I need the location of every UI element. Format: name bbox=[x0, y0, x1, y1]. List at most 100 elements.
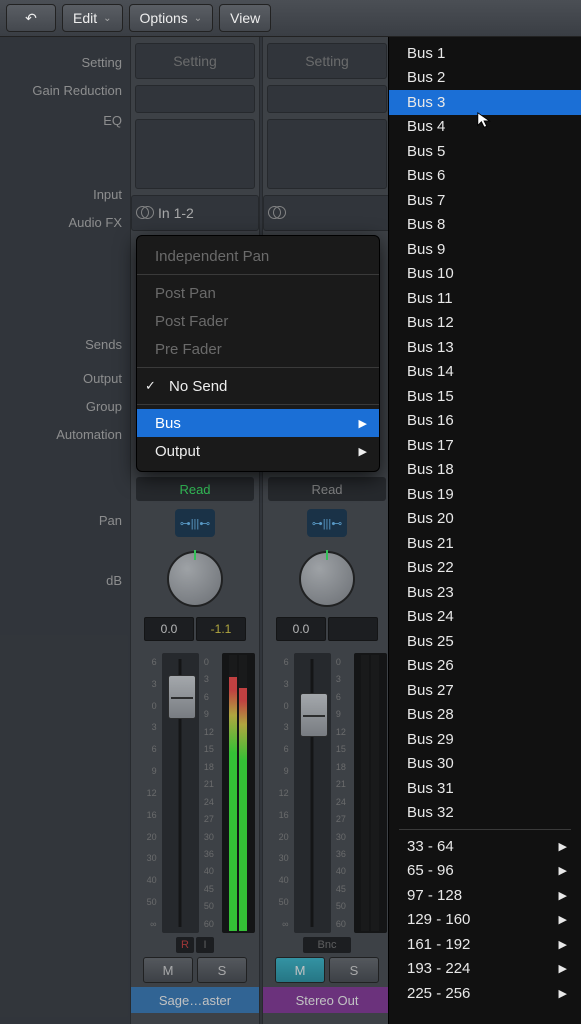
bus-range-item[interactable]: 225 - 256▶ bbox=[389, 981, 581, 1006]
options-menu-button[interactable]: Options⌄ bbox=[129, 4, 214, 32]
menu-item-output[interactable]: Output▶ bbox=[137, 437, 379, 465]
label-db: dB bbox=[0, 567, 130, 595]
mute-button[interactable]: M bbox=[143, 957, 193, 983]
bus-item[interactable]: Bus 9 bbox=[389, 237, 581, 262]
track-name[interactable]: Sage…aster bbox=[131, 987, 259, 1013]
automation-mode[interactable]: Read bbox=[136, 477, 254, 501]
mute-button[interactable]: M bbox=[275, 957, 325, 983]
bus-item[interactable]: Bus 26 bbox=[389, 654, 581, 679]
bus-item[interactable]: Bus 17 bbox=[389, 433, 581, 458]
submenu-arrow-icon: ▶ bbox=[559, 987, 567, 1000]
bus-range-item[interactable]: 193 - 224▶ bbox=[389, 957, 581, 982]
label-setting: Setting bbox=[0, 49, 130, 77]
bus-item[interactable]: Bus 19 bbox=[389, 482, 581, 507]
bus-item[interactable]: Bus 10 bbox=[389, 262, 581, 287]
db-value[interactable]: 0.0 bbox=[276, 617, 326, 641]
peak-value[interactable]: -1.1 bbox=[196, 617, 246, 641]
eq-slot[interactable] bbox=[135, 119, 255, 189]
fader[interactable] bbox=[294, 653, 331, 933]
fader-cap[interactable] bbox=[168, 675, 196, 719]
back-button[interactable]: ↶ bbox=[6, 4, 56, 32]
bus-item[interactable]: Bus 15 bbox=[389, 384, 581, 409]
bus-item[interactable]: Bus 31 bbox=[389, 776, 581, 801]
bus-item[interactable]: Bus 7 bbox=[389, 188, 581, 213]
submenu-arrow-icon: ▶ bbox=[359, 445, 367, 458]
fader-scale: 630369121620304050∞ bbox=[135, 653, 160, 933]
bus-item[interactable]: Bus 16 bbox=[389, 409, 581, 434]
input-slot[interactable] bbox=[263, 195, 391, 231]
submenu-arrow-icon: ▶ bbox=[559, 913, 567, 926]
input-monitor-button[interactable]: I bbox=[196, 937, 214, 953]
channel-strip-2: Setting Read ⊶|||⊷ 0.0 63036912162030405… bbox=[262, 37, 392, 1024]
fader[interactable] bbox=[162, 653, 199, 933]
bus-item[interactable]: Bus 29 bbox=[389, 727, 581, 752]
menu-item-post-fader[interactable]: Post Fader bbox=[137, 307, 379, 335]
bus-range-item[interactable]: 97 - 128▶ bbox=[389, 883, 581, 908]
bus-item[interactable]: Bus 11 bbox=[389, 286, 581, 311]
bus-item[interactable]: Bus 32 bbox=[389, 801, 581, 826]
automation-mode[interactable]: Read bbox=[268, 477, 386, 501]
solo-button[interactable]: S bbox=[197, 957, 247, 983]
setting-slot[interactable]: Setting bbox=[135, 43, 255, 79]
menu-item-independent-pan[interactable]: Independent Pan bbox=[137, 242, 379, 270]
bus-range-item[interactable]: 161 - 192▶ bbox=[389, 932, 581, 957]
bus-range-item[interactable]: 33 - 64▶ bbox=[389, 834, 581, 859]
waveform-icon: ⊶|||⊷ bbox=[312, 517, 343, 530]
bus-item[interactable]: Bus 23 bbox=[389, 580, 581, 605]
menu-item-pre-fader[interactable]: Pre Fader bbox=[137, 335, 379, 363]
bus-item[interactable]: Bus 1 bbox=[389, 41, 581, 66]
bus-item[interactable]: Bus 28 bbox=[389, 703, 581, 728]
menu-item-no-send[interactable]: ✓No Send bbox=[137, 372, 379, 400]
channel-strip-1: Setting In 1-2 Read ⊶|||⊷ 0.0 -1.1 63036… bbox=[130, 37, 260, 1024]
bus-item[interactable]: Bus 22 bbox=[389, 556, 581, 581]
bus-item[interactable]: Bus 21 bbox=[389, 531, 581, 556]
bus-item[interactable]: Bus 27 bbox=[389, 678, 581, 703]
pan-knob[interactable] bbox=[299, 551, 355, 607]
bounce-button[interactable]: Bnc bbox=[303, 937, 351, 953]
toolbar: ↶ Edit⌄ Options⌄ View bbox=[0, 0, 581, 37]
view-menu-button[interactable]: View bbox=[219, 4, 271, 32]
bus-item[interactable]: Bus 2 bbox=[389, 66, 581, 91]
fader-cap[interactable] bbox=[300, 693, 328, 737]
bus-item[interactable]: Bus 14 bbox=[389, 360, 581, 385]
label-output: Output bbox=[0, 365, 130, 393]
waveform-button[interactable]: ⊶|||⊷ bbox=[307, 509, 347, 537]
bus-item[interactable]: Bus 6 bbox=[389, 164, 581, 189]
eq-slot[interactable] bbox=[267, 119, 387, 189]
waveform-icon: ⊶|||⊷ bbox=[180, 517, 211, 530]
peak-value[interactable] bbox=[328, 617, 378, 641]
menu-item-bus[interactable]: Bus▶ bbox=[137, 409, 379, 437]
pan-knob[interactable] bbox=[167, 551, 223, 607]
input-slot[interactable]: In 1-2 bbox=[131, 195, 259, 231]
send-context-menu: Independent Pan Post Pan Post Fader Pre … bbox=[136, 235, 380, 472]
edit-menu-button[interactable]: Edit⌄ bbox=[62, 4, 123, 32]
track-name[interactable]: Stereo Out bbox=[263, 987, 391, 1013]
chevron-down-icon: ⌄ bbox=[194, 13, 202, 24]
record-button[interactable]: R bbox=[176, 937, 194, 953]
bus-range-item[interactable]: 65 - 96▶ bbox=[389, 859, 581, 884]
gain-reduction-slot[interactable] bbox=[135, 85, 255, 113]
bus-range-item[interactable]: 129 - 160▶ bbox=[389, 908, 581, 933]
bus-item[interactable]: Bus 5 bbox=[389, 139, 581, 164]
label-input: Input bbox=[0, 181, 130, 209]
submenu-arrow-icon: ▶ bbox=[559, 938, 567, 951]
submenu-arrow-icon: ▶ bbox=[559, 889, 567, 902]
row-labels: Setting Gain Reduction EQ Input Audio FX… bbox=[0, 37, 130, 1024]
bus-item[interactable]: Bus 18 bbox=[389, 458, 581, 483]
bus-item[interactable]: Bus 13 bbox=[389, 335, 581, 360]
db-value[interactable]: 0.0 bbox=[144, 617, 194, 641]
bus-item[interactable]: Bus 24 bbox=[389, 605, 581, 630]
bus-submenu: Bus 1Bus 2Bus 3Bus 4Bus 5Bus 6Bus 7Bus 8… bbox=[388, 37, 581, 1024]
bus-item[interactable]: Bus 25 bbox=[389, 629, 581, 654]
cursor-icon bbox=[476, 111, 494, 129]
gain-reduction-slot[interactable] bbox=[267, 85, 387, 113]
bus-item[interactable]: Bus 20 bbox=[389, 507, 581, 532]
chevron-down-icon: ⌄ bbox=[103, 13, 111, 24]
menu-item-post-pan[interactable]: Post Pan bbox=[137, 279, 379, 307]
waveform-button[interactable]: ⊶|||⊷ bbox=[175, 509, 215, 537]
bus-item[interactable]: Bus 30 bbox=[389, 752, 581, 777]
setting-slot[interactable]: Setting bbox=[267, 43, 387, 79]
bus-item[interactable]: Bus 8 bbox=[389, 213, 581, 238]
bus-item[interactable]: Bus 12 bbox=[389, 311, 581, 336]
solo-button[interactable]: S bbox=[329, 957, 379, 983]
